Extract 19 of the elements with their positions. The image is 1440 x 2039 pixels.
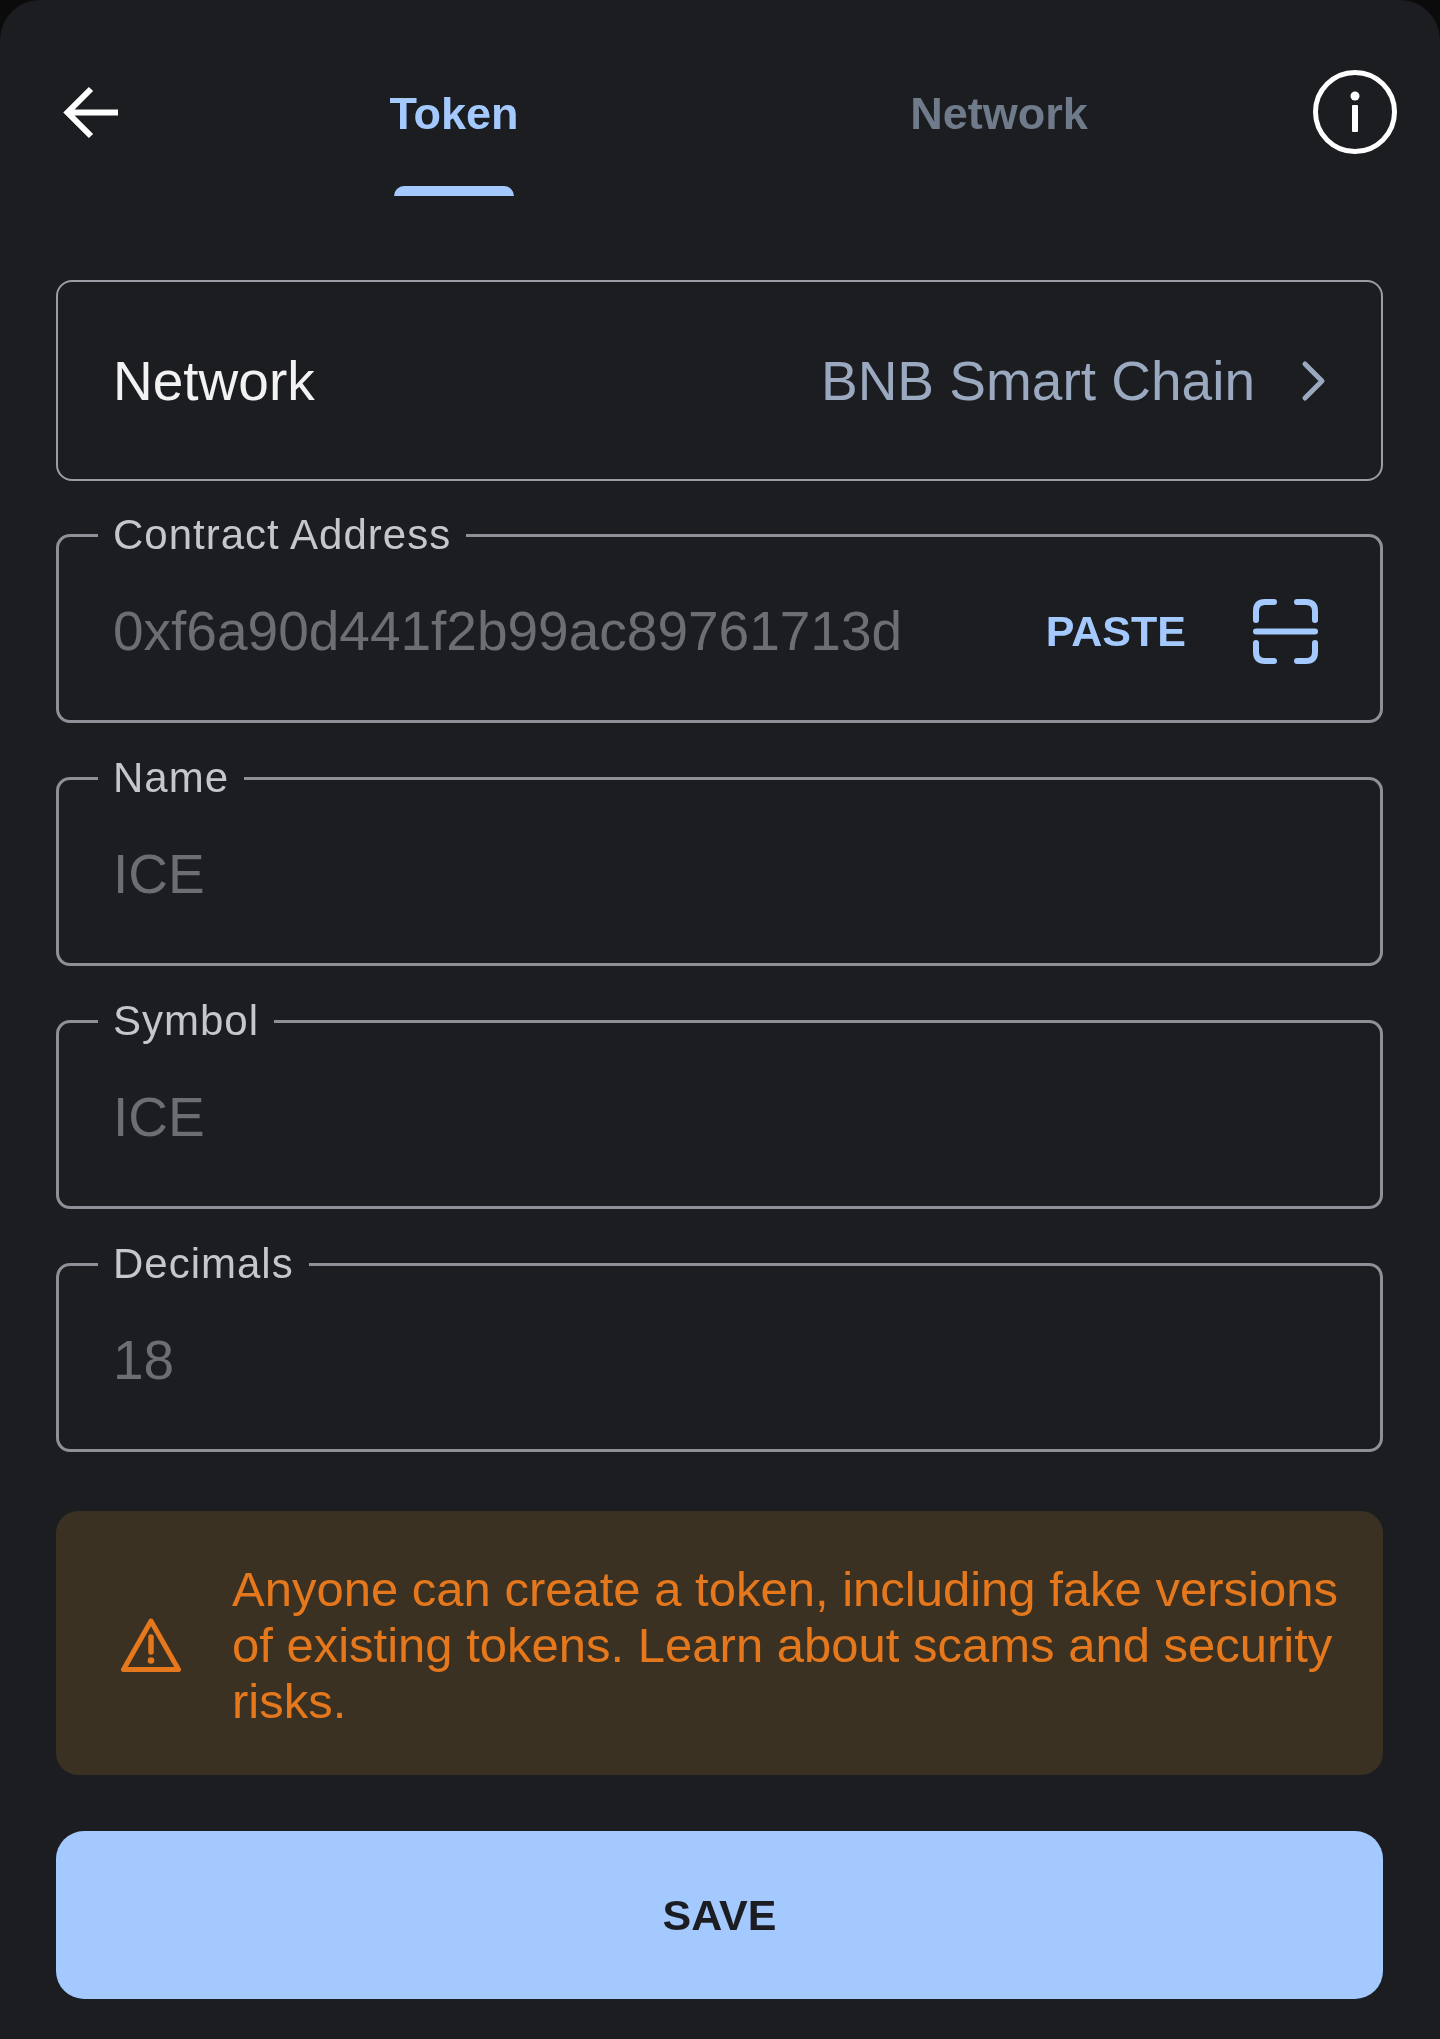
info-icon[interactable]: [1313, 70, 1397, 154]
field-label: Name: [112, 756, 231, 800]
network-label: Network: [113, 348, 316, 413]
tab[interactable]: Token: [324, 66, 584, 196]
field-value: ICE: [113, 842, 206, 906]
network-value: BNB Smart Chain: [820, 348, 1255, 413]
warning-text: Anyone can create a token, including fake versions of existing tokens. Learn about scams and security risks.: [232, 1561, 1339, 1729]
back-arrow-icon[interactable]: [62, 85, 120, 140]
field-value: 18: [113, 1328, 176, 1392]
field-value: ICE: [113, 1085, 206, 1149]
field-label: Decimals: [112, 1242, 295, 1286]
tab[interactable]: Network: [869, 66, 1129, 196]
field-value: 0xf6a90d441f2b99ac89761713d: [113, 599, 904, 663]
network-selector-row[interactable]: Network BNB Smart Chain: [56, 280, 1383, 481]
chevron-right-icon: [1301, 359, 1327, 402]
warning-icon: [120, 1617, 182, 1673]
save-button[interactable]: SAVE: [56, 1831, 1383, 1999]
field-label: Symbol: [112, 999, 261, 1043]
field-label: Contract Address: [112, 513, 453, 557]
